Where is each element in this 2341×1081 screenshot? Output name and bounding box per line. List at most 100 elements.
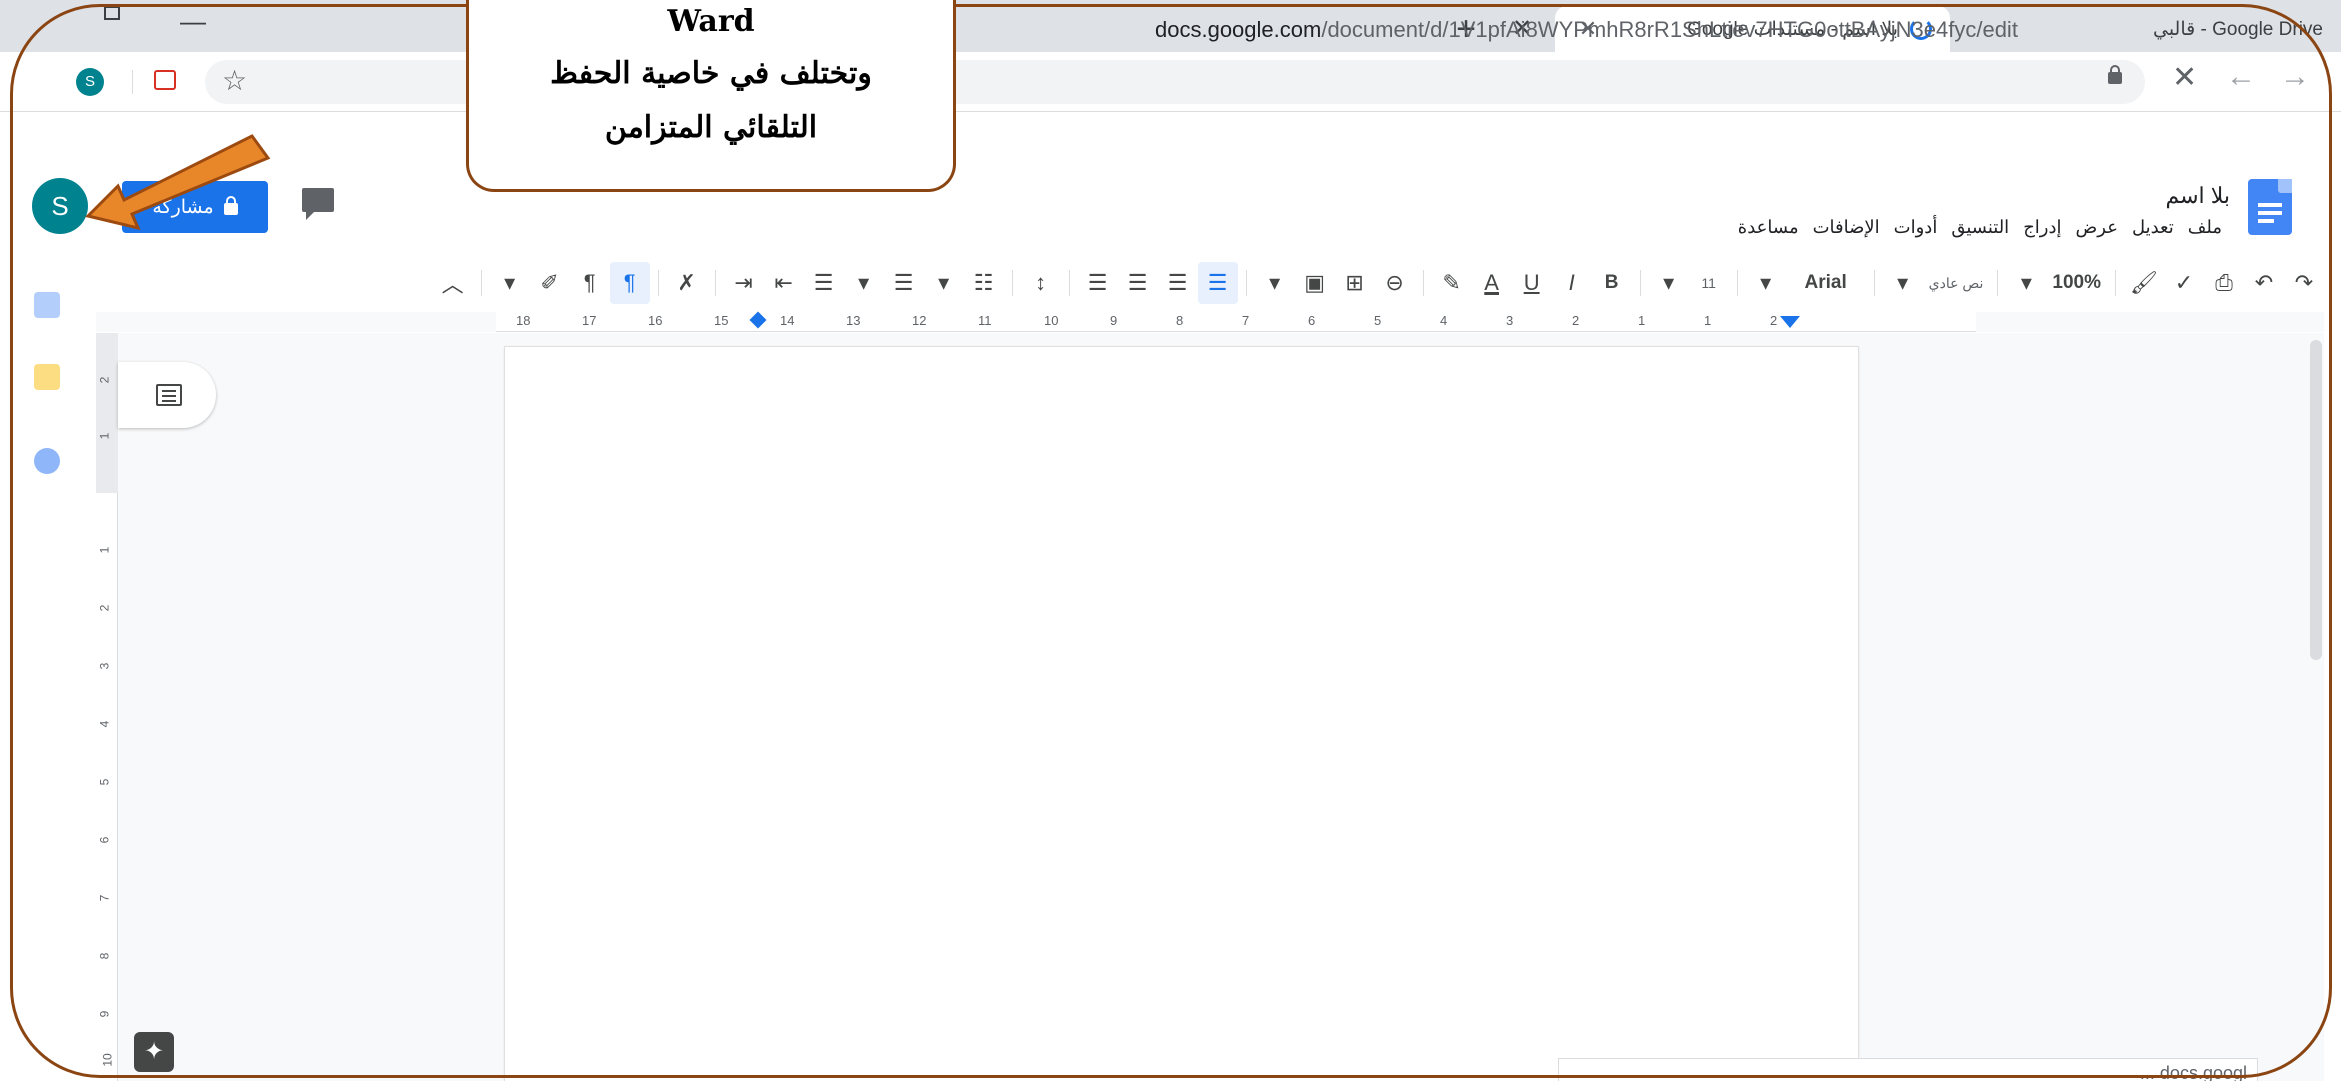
- ruler-number: 14: [780, 313, 795, 328]
- editing-mode-icon[interactable]: ✐: [530, 262, 570, 304]
- back-arrow-icon[interactable]: ←: [2226, 60, 2256, 94]
- minimize-window-button[interactable]: —: [180, 6, 206, 37]
- vertical-ruler-number: 4: [97, 720, 112, 728]
- paint-format-icon[interactable]: 🖌: [2124, 262, 2164, 304]
- extension-icon[interactable]: [154, 70, 176, 90]
- explore-icon[interactable]: ✦: [134, 1032, 174, 1072]
- menu-edit[interactable]: تعديل: [2132, 217, 2174, 238]
- checklist-icon[interactable]: ☷: [964, 262, 1004, 304]
- toolbar-divider: [1997, 270, 1999, 296]
- rtl-paragraph-icon[interactable]: ¶: [609, 262, 650, 304]
- toolbar-divider: [714, 270, 716, 296]
- chevron-down-icon[interactable]: ▾: [1255, 262, 1295, 304]
- chevron-down-icon[interactable]: ▾: [924, 262, 964, 304]
- ruler-number: 7: [1242, 313, 1250, 328]
- forward-arrow-icon[interactable]: →: [2280, 60, 2310, 94]
- chevron-down-icon[interactable]: ▾: [1883, 262, 1923, 304]
- link-icon[interactable]: ⊖: [1375, 262, 1415, 304]
- menu-addons[interactable]: الإضافات: [1813, 217, 1880, 238]
- style-select[interactable]: نص عادي: [1923, 262, 1990, 304]
- menu-help[interactable]: مساعدة: [1738, 217, 1799, 238]
- docs-logo-icon[interactable]: [2248, 179, 2292, 235]
- align-left-icon[interactable]: ☰: [1118, 262, 1158, 304]
- toast-text: ... docs.googl: [2139, 1063, 2247, 1081]
- ruler-number: 10: [1044, 313, 1059, 328]
- zoom-select[interactable]: 100%: [2046, 262, 2107, 304]
- align-center-icon[interactable]: ☰: [1158, 262, 1198, 304]
- annotation-arrow-icon: [85, 134, 271, 231]
- line-spacing-icon[interactable]: ↕: [1021, 262, 1061, 304]
- bookmark-star-icon[interactable]: ☆: [222, 64, 247, 97]
- comments-icon[interactable]: [302, 188, 334, 220]
- italic-button[interactable]: I: [1552, 262, 1592, 304]
- menu-tools[interactable]: أدوات: [1894, 217, 1938, 238]
- ruler-right-indent-handle[interactable]: [1780, 316, 1800, 328]
- docs-menubar: ملف تعديل عرض إدراج التنسيق أدوات الإضاف…: [1620, 217, 2222, 238]
- toolbar-divider: [1068, 270, 1070, 296]
- toolbar-divider: [1873, 270, 1875, 296]
- collapse-toolbar-icon[interactable]: ︿: [433, 262, 473, 304]
- lock-icon[interactable]: [2108, 65, 2122, 84]
- font-select[interactable]: Arial: [1786, 262, 1866, 304]
- ruler-number: 2: [1572, 313, 1580, 328]
- toolbar-divider: [1736, 270, 1738, 296]
- ruler-number: 18: [516, 313, 531, 328]
- url-text[interactable]: docs.google.com/document/d/1V1pfAi8WYPmh…: [1155, 17, 2018, 43]
- highlight-icon[interactable]: ✎: [1432, 262, 1472, 304]
- ruler-number: 11: [978, 313, 992, 328]
- ruler-number: 12: [912, 313, 927, 328]
- ruler-number: 8: [1176, 313, 1184, 328]
- vertical-ruler-margin: [96, 333, 118, 493]
- undo-icon[interactable]: ↶: [2244, 262, 2284, 304]
- vertical-ruler-number: 9: [97, 1010, 112, 1018]
- document-page[interactable]: [505, 347, 1858, 1081]
- calendar-icon[interactable]: [34, 292, 60, 318]
- menu-insert[interactable]: إدراج: [2023, 217, 2061, 238]
- text-color-button[interactable]: A: [1472, 262, 1512, 304]
- keep-icon[interactable]: [34, 364, 60, 390]
- align-right-icon[interactable]: ☰: [1197, 262, 1238, 304]
- underline-button[interactable]: U: [1512, 262, 1552, 304]
- document-title[interactable]: بلا اسم: [2140, 183, 2230, 209]
- clear-formatting-icon[interactable]: ✗: [667, 262, 707, 304]
- bold-button[interactable]: B: [1592, 262, 1632, 304]
- browser-profile-avatar[interactable]: S: [76, 68, 104, 96]
- numbered-list-icon[interactable]: ☰: [804, 262, 844, 304]
- vertical-ruler-number: 5: [97, 778, 112, 786]
- stop-loading-icon[interactable]: ✕: [2172, 60, 2197, 95]
- menu-file[interactable]: ملف: [2188, 217, 2222, 238]
- chevron-down-icon[interactable]: ▾: [2006, 262, 2046, 304]
- redo-icon[interactable]: ↷: [2284, 262, 2324, 304]
- image-icon[interactable]: ▣: [1295, 262, 1335, 304]
- chevron-down-icon[interactable]: ▾: [844, 262, 884, 304]
- download-toast[interactable]: ... docs.googl: [1558, 1058, 2258, 1081]
- document-outline-button[interactable]: [118, 362, 216, 428]
- align-justify-icon[interactable]: ☰: [1078, 262, 1118, 304]
- chevron-down-icon[interactable]: ▾: [1649, 262, 1689, 304]
- ruler-number: 6: [1308, 313, 1316, 328]
- ltr-paragraph-icon[interactable]: ¶: [570, 262, 610, 304]
- vertical-ruler-number: 10: [100, 1053, 115, 1067]
- toolbar-divider: [2115, 270, 2116, 296]
- indent-decrease-icon[interactable]: ⇤: [764, 262, 804, 304]
- chevron-down-icon[interactable]: ▾: [490, 262, 530, 304]
- comment-add-icon[interactable]: ⊞: [1335, 262, 1375, 304]
- font-size-select[interactable]: 11: [1689, 262, 1729, 304]
- annotation-callout: Ward وتختلف في خاصية الحفظ التلقائي المت…: [466, 0, 956, 192]
- menu-format[interactable]: التنسيق: [1951, 217, 2009, 238]
- menu-view[interactable]: عرض: [2076, 217, 2118, 238]
- print-icon[interactable]: ⎙: [2204, 262, 2244, 304]
- vertical-scrollbar[interactable]: [2310, 340, 2322, 660]
- callout-line-3: التلقائي المتزامن: [604, 110, 818, 145]
- side-panel: [0, 256, 96, 1081]
- toolbar-divider: [132, 70, 133, 94]
- chevron-down-icon[interactable]: ▾: [1746, 262, 1786, 304]
- indent-increase-icon[interactable]: ⇥: [724, 262, 764, 304]
- toolbar-divider: [1422, 270, 1424, 296]
- restore-window-button[interactable]: [104, 6, 120, 20]
- tasks-icon[interactable]: [34, 448, 60, 474]
- bulleted-list-icon[interactable]: ☰: [884, 262, 924, 304]
- ruler-number: 4: [1440, 313, 1448, 328]
- callout-line-2: وتختلف في خاصية الحفظ: [550, 56, 872, 91]
- spellcheck-icon[interactable]: ✓: [2164, 262, 2204, 304]
